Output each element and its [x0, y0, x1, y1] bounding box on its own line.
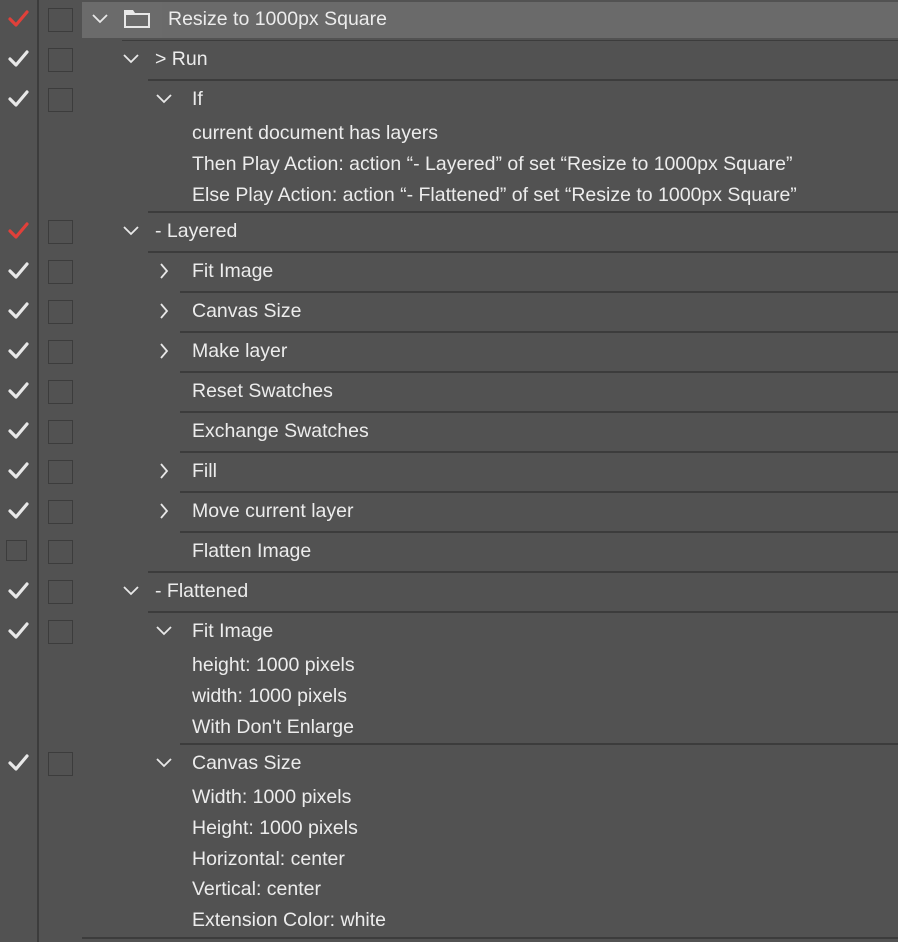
action-name: - Flattened [155, 580, 249, 602]
toggle-check-icon[interactable] [8, 753, 29, 773]
chevron-down-icon[interactable] [155, 622, 173, 640]
toggle-check-icon[interactable] [8, 301, 29, 321]
action-set-row[interactable]: Resize to 1000px Square [0, 0, 898, 40]
step-row[interactable]: Fit Image [0, 612, 898, 652]
toggle-check-icon[interactable] [8, 261, 29, 281]
step-detail: Horizontal: center [192, 848, 345, 870]
chevron-down-icon[interactable] [122, 222, 140, 240]
step-name: Flatten Image [192, 540, 312, 562]
step-detail: Vertical: center [192, 878, 321, 900]
dialog-toggle-box[interactable] [48, 420, 73, 444]
action-name: - Layered [155, 220, 238, 242]
chevron-down-icon[interactable] [155, 754, 173, 772]
step-row[interactable]: Fill [0, 452, 898, 493]
step-name: Fit Image [192, 620, 274, 642]
step-detail: With Don't Enlarge [192, 716, 354, 738]
action-set-name: Resize to 1000px Square [168, 8, 387, 30]
step-detail: width: 1000 pixels [192, 685, 348, 707]
dialog-toggle-box[interactable] [48, 540, 73, 564]
toggle-check-icon[interactable] [8, 341, 29, 361]
folder-icon [124, 10, 150, 28]
dialog-toggle-box[interactable] [48, 8, 73, 32]
step-row[interactable]: Reset Swatches [0, 372, 898, 413]
toggle-check-icon[interactable] [8, 501, 29, 521]
dialog-toggle-box[interactable] [48, 500, 73, 524]
toggle-check-icon[interactable] [8, 89, 29, 109]
action-name: > Run [155, 48, 208, 70]
dialog-toggle-box[interactable] [48, 752, 73, 776]
step-name: Fill [192, 460, 217, 482]
step-row[interactable]: Exchange Swatches [0, 412, 898, 453]
toggle-check-icon[interactable] [8, 461, 29, 481]
dialog-toggle-box[interactable] [48, 620, 73, 644]
toggle-check-icon[interactable] [8, 621, 29, 641]
toggle-check-icon[interactable] [8, 9, 29, 29]
step-row[interactable]: Flatten Image [0, 532, 898, 573]
step-row[interactable]: If [0, 80, 898, 120]
toggle-check-icon[interactable] [8, 581, 29, 601]
toggle-check-icon[interactable] [8, 421, 29, 441]
chevron-right-icon[interactable] [155, 462, 173, 480]
dialog-toggle-box[interactable] [48, 380, 73, 404]
dialog-toggle-box[interactable] [48, 220, 73, 244]
step-row[interactable]: Fit Image [0, 252, 898, 293]
dialog-toggle-box[interactable] [48, 460, 73, 484]
step-detail: height: 1000 pixels [192, 654, 355, 676]
chevron-down-icon[interactable] [155, 90, 173, 108]
step-detail: Width: 1000 pixels [192, 786, 352, 808]
step-detail: Then Play Action: action “- Layered” of … [192, 153, 793, 175]
chevron-down-icon[interactable] [91, 10, 109, 28]
chevron-right-icon[interactable] [155, 342, 173, 360]
dialog-toggle-box[interactable] [48, 48, 73, 72]
chevron-right-icon[interactable] [155, 302, 173, 320]
step-name: Make layer [192, 340, 288, 362]
step-detail: current document has layers [192, 122, 439, 144]
toggle-check-icon[interactable] [8, 221, 29, 241]
toggle-check-box-empty[interactable] [6, 540, 27, 561]
dialog-toggle-box[interactable] [48, 300, 73, 324]
step-name: Reset Swatches [192, 380, 333, 402]
step-name: If [192, 88, 203, 110]
chevron-down-icon[interactable] [122, 582, 140, 600]
step-row[interactable]: Make layer [0, 332, 898, 373]
chevron-down-icon[interactable] [122, 50, 140, 68]
dialog-toggle-box[interactable] [48, 260, 73, 284]
dialog-toggle-box[interactable] [48, 340, 73, 364]
dialog-toggle-box[interactable] [48, 88, 73, 112]
step-row[interactable]: Canvas Size [0, 292, 898, 333]
step-name: Move current layer [192, 500, 354, 522]
step-row[interactable]: Canvas Size [0, 744, 898, 784]
separator [82, 937, 898, 939]
action-row[interactable]: > Run [0, 40, 898, 81]
toggle-check-icon[interactable] [8, 381, 29, 401]
step-name: Canvas Size [192, 752, 302, 774]
step-name: Exchange Swatches [192, 420, 369, 442]
action-row[interactable]: - Flattened [0, 572, 898, 613]
toggle-check-icon[interactable] [8, 49, 29, 69]
separator [122, 40, 898, 41]
step-detail: Height: 1000 pixels [192, 817, 358, 839]
step-detail: Extension Color: white [192, 909, 387, 931]
step-name: Fit Image [192, 260, 274, 282]
chevron-right-icon[interactable] [155, 262, 173, 280]
step-name: Canvas Size [192, 300, 302, 322]
action-row[interactable]: - Layered [0, 212, 898, 253]
chevron-right-icon[interactable] [155, 502, 173, 520]
step-row[interactable]: Move current layer [0, 492, 898, 533]
step-detail: Else Play Action: action “- Flattened” o… [192, 184, 797, 206]
dialog-toggle-box[interactable] [48, 580, 73, 604]
